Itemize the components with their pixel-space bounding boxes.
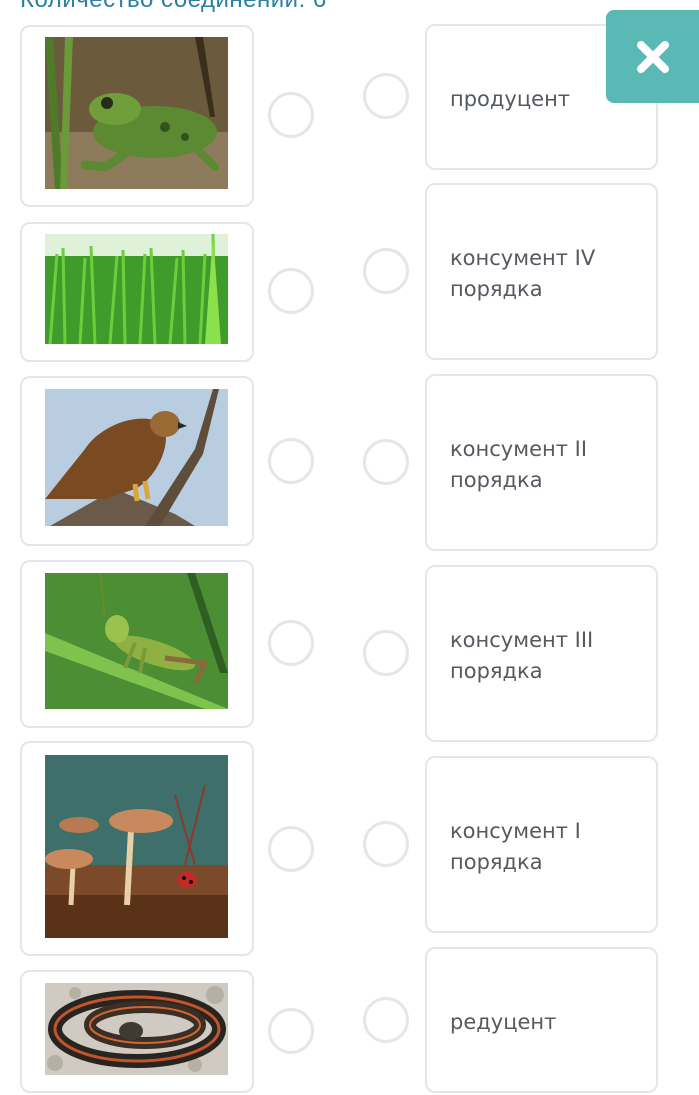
grass-image	[45, 234, 228, 344]
image-card-mushrooms[interactable]	[20, 741, 254, 956]
frog-image	[45, 37, 228, 189]
term-card[interactable]: консумент II порядка	[425, 374, 658, 551]
term-connector-dot[interactable]	[363, 997, 409, 1043]
term-connector-dot[interactable]	[363, 821, 409, 867]
term-card[interactable]: консумент I порядка	[425, 756, 658, 933]
term-connector-dot[interactable]	[363, 439, 409, 485]
eagle-image	[45, 389, 228, 526]
term-label: редуцент	[450, 1010, 557, 1034]
close-icon	[636, 40, 669, 73]
term-card[interactable]: консумент IV порядка	[425, 183, 658, 360]
term-label: консумент II порядка	[450, 437, 588, 492]
image-connector-dot[interactable]	[268, 1008, 314, 1054]
term-card[interactable]: консумент III порядка	[425, 565, 658, 742]
term-label: консумент I порядка	[450, 819, 581, 874]
image-connector-dot[interactable]	[268, 268, 314, 314]
term-label: консумент III порядка	[450, 628, 594, 683]
image-connector-dot[interactable]	[268, 826, 314, 872]
image-card-eagle[interactable]	[20, 376, 254, 546]
image-card-grasshopper[interactable]	[20, 560, 254, 728]
image-connector-dot[interactable]	[268, 438, 314, 484]
term-label: консумент IV порядка	[450, 246, 596, 301]
image-connector-dot[interactable]	[268, 620, 314, 666]
term-connector-dot[interactable]	[363, 630, 409, 676]
image-card-grass[interactable]	[20, 222, 254, 362]
close-button[interactable]	[606, 10, 699, 103]
mushrooms-image	[45, 755, 228, 938]
connections-count-title: Количество соединений: 6	[20, 0, 327, 14]
term-connector-dot[interactable]	[363, 248, 409, 294]
term-card[interactable]: редуцент	[425, 947, 658, 1093]
image-card-snake[interactable]	[20, 970, 254, 1093]
grasshopper-image	[45, 573, 228, 709]
image-connector-dot[interactable]	[268, 92, 314, 138]
snake-image	[45, 983, 228, 1075]
image-card-frog[interactable]	[20, 25, 254, 207]
term-connector-dot[interactable]	[363, 73, 409, 119]
